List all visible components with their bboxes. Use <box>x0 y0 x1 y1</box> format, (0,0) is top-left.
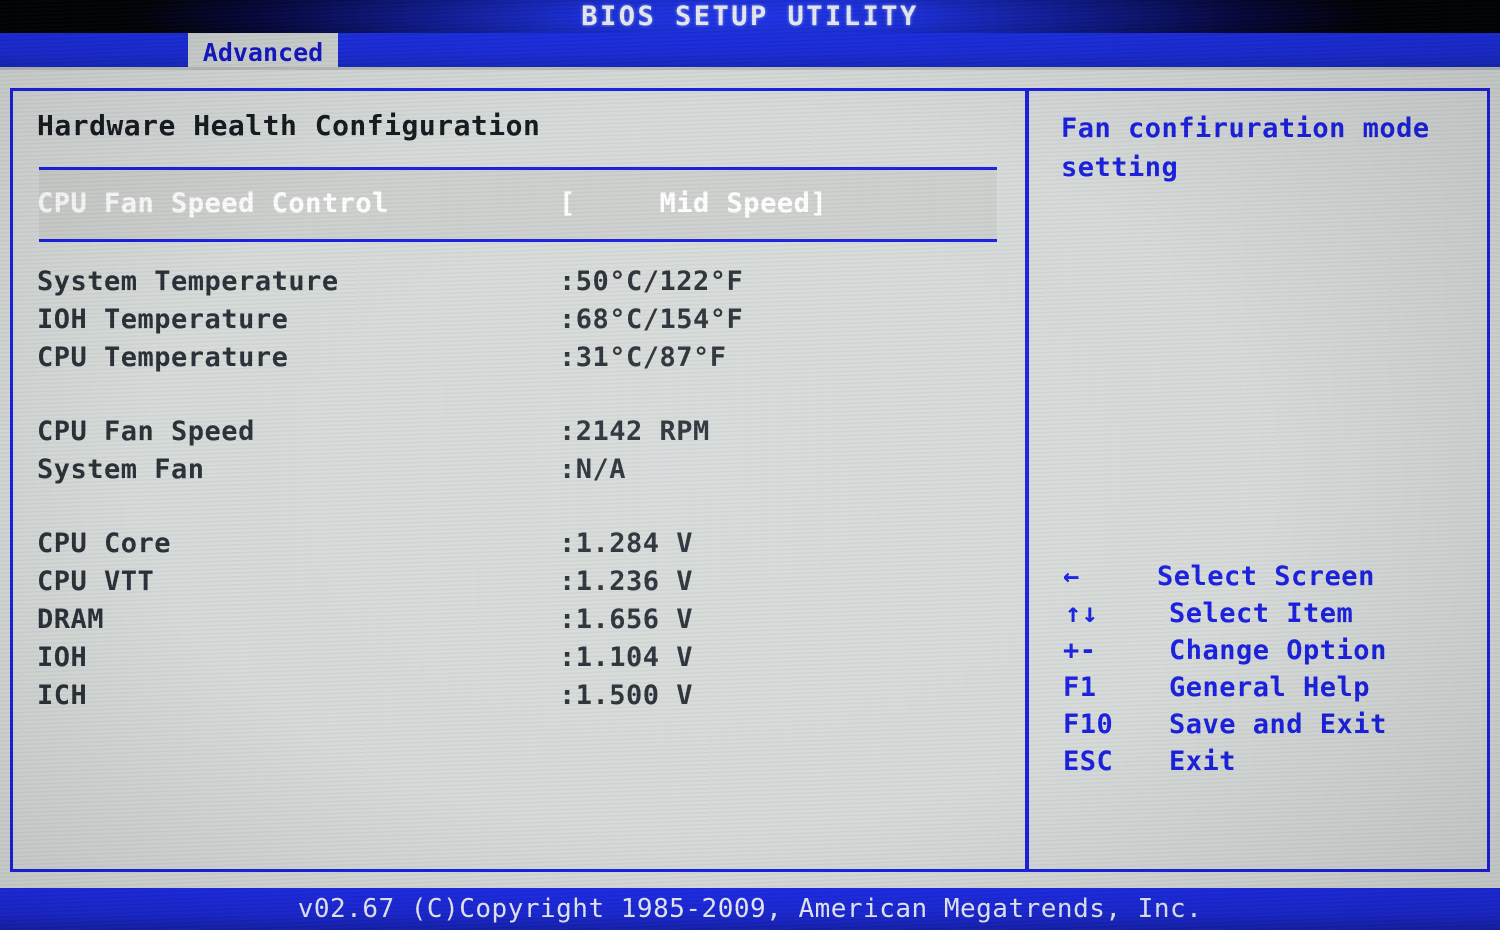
reading-label: CPU Core <box>37 528 172 559</box>
reading-value: :1.656 V <box>559 604 694 635</box>
reading-row-ioh: IOH :1.104 V <box>37 642 997 680</box>
reading-row-cpu-vtt: CPU VTT :1.236 V <box>37 566 997 604</box>
esc-key-label: ESC <box>1063 746 1114 777</box>
reading-label: ICH <box>37 680 88 711</box>
reading-label: IOH Temperature <box>37 304 289 335</box>
reading-label: DRAM <box>37 604 105 635</box>
help-description: Fan confiruration mode setting <box>1061 113 1430 183</box>
key-action-label: Select Screen <box>1157 561 1375 592</box>
reading-label: CPU Temperature <box>37 342 289 373</box>
reading-row-dram: DRAM :1.656 V <box>37 604 997 642</box>
key-action-label: Exit <box>1169 746 1237 777</box>
setting-row-cpu-fan-speed-control[interactable]: CPU Fan Speed Control [ Mid Speed] <box>37 188 997 226</box>
up-down-arrow-icon: ↑↓ <box>1065 598 1099 629</box>
reading-row-cpu-temperature: CPU Temperature :31°C/87°F <box>37 342 997 380</box>
key-legend-row-select-screen: ← Select Screen <box>1029 561 1487 598</box>
reading-row-ich: ICH :1.500 V <box>37 680 997 718</box>
reading-value: :N/A <box>559 454 627 485</box>
key-legend-row-change-option: +- Change Option <box>1029 635 1487 672</box>
f1-key-label: F1 <box>1063 672 1097 703</box>
footer-bar: v02.67 (C)Copyright 1985-2009, American … <box>0 888 1500 930</box>
menu-tab-bar: Advanced <box>0 33 1500 70</box>
reading-label: CPU VTT <box>37 566 155 597</box>
main-panel: Hardware Health Configuration CPU Fan Sp… <box>10 88 1490 872</box>
reading-value: :1.284 V <box>559 528 694 559</box>
reading-row-system-fan: System Fan :N/A <box>37 454 997 492</box>
reading-row-cpu-core: CPU Core :1.284 V <box>37 528 997 566</box>
key-legend-row-save-and-exit: F10 Save and Exit <box>1029 709 1487 746</box>
reading-value: :50°C/122°F <box>559 266 744 297</box>
reading-label: System Fan <box>37 454 205 485</box>
setting-label: CPU Fan Speed Control <box>37 188 389 219</box>
reading-value: :1.500 V <box>559 680 694 711</box>
settings-pane: Hardware Health Configuration CPU Fan Sp… <box>13 91 1021 869</box>
left-arrow-icon: ← <box>1063 561 1080 592</box>
help-pane: Fan confiruration mode setting ← Select … <box>1029 91 1487 869</box>
setting-value[interactable]: [ Mid Speed] <box>559 188 827 219</box>
reading-label: System Temperature <box>37 266 339 297</box>
bios-setup-screen: BIOS SETUP UTILITY Advanced Hardware Hea… <box>0 0 1500 930</box>
divider-bottom <box>39 239 997 242</box>
copyright-text: v02.67 (C)Copyright 1985-2009, American … <box>297 894 1203 924</box>
reading-value: :2142 RPM <box>559 416 710 447</box>
key-action-label: General Help <box>1169 672 1371 703</box>
key-legend-row-exit: ESC Exit <box>1029 746 1487 783</box>
key-legend-row-general-help: F1 General Help <box>1029 672 1487 709</box>
key-action-label: Select Item <box>1169 598 1354 629</box>
section-title: Hardware Health Configuration <box>37 109 541 142</box>
title-bar: BIOS SETUP UTILITY <box>0 0 1500 33</box>
reading-label: IOH <box>37 642 88 673</box>
key-action-label: Change Option <box>1169 635 1387 666</box>
f10-key-label: F10 <box>1063 709 1114 740</box>
reading-row-system-temperature: System Temperature :50°C/122°F <box>37 266 997 304</box>
reading-value: :68°C/154°F <box>559 304 744 335</box>
key-legend: ← Select Screen ↑↓ Select Item +- Change… <box>1029 561 1487 783</box>
reading-row-cpu-fan-speed: CPU Fan Speed :2142 RPM <box>37 416 997 454</box>
reading-label: CPU Fan Speed <box>37 416 255 447</box>
page-title: BIOS SETUP UTILITY <box>581 1 919 32</box>
reading-value: :1.104 V <box>559 642 694 673</box>
reading-row-ioh-temperature: IOH Temperature :68°C/154°F <box>37 304 997 342</box>
key-legend-row-select-item: ↑↓ Select Item <box>1029 598 1487 635</box>
tab-advanced[interactable]: Advanced <box>188 33 338 70</box>
plus-minus-icon: +- <box>1063 635 1097 666</box>
reading-value: :31°C/87°F <box>559 342 727 373</box>
key-action-label: Save and Exit <box>1169 709 1387 740</box>
reading-value: :1.236 V <box>559 566 694 597</box>
